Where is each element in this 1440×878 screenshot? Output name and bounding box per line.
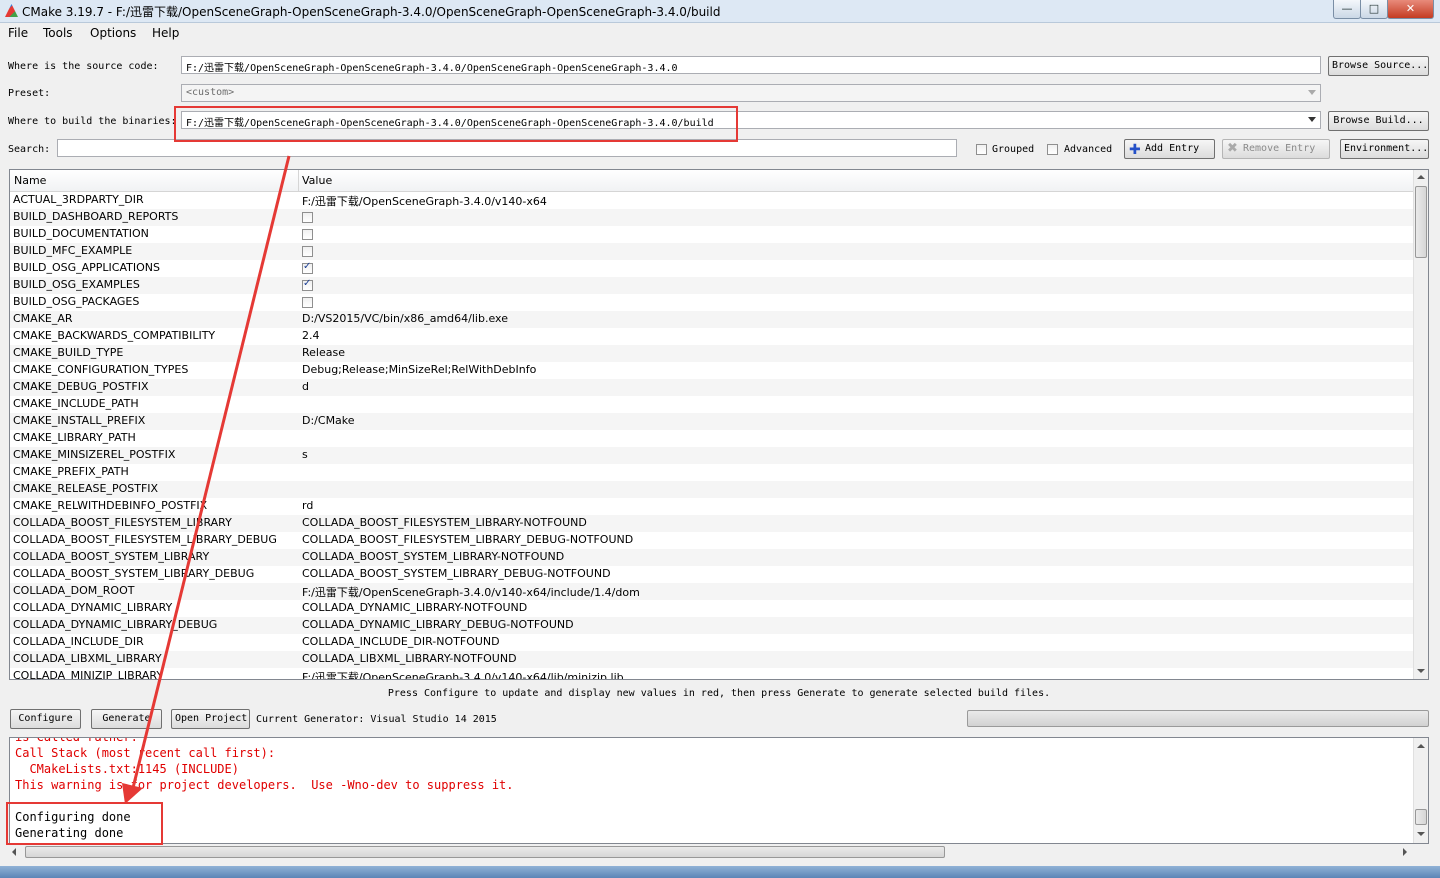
annotation-arrow-line	[130, 155, 291, 793]
annotation-arrow	[122, 155, 291, 804]
annotation-arrow-head	[122, 783, 143, 804]
